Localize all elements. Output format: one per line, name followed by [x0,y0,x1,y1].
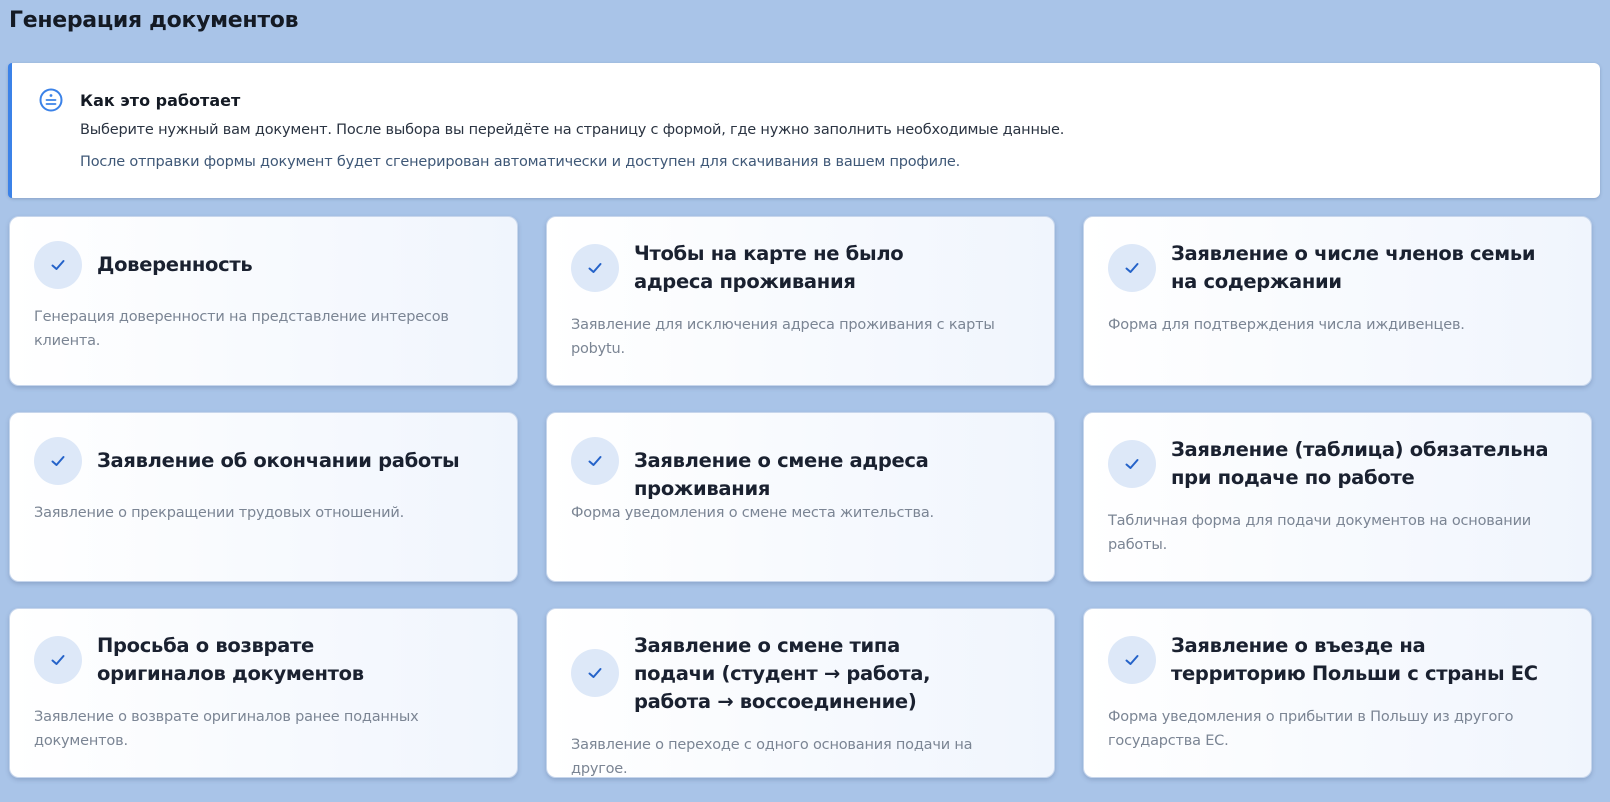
card-description: Форма уведомления о смене места жительст… [571,505,934,521]
document-card-work-table[interactable]: Заявление (таблица) обязательна при пода… [1083,412,1592,582]
card-title: Чтобы на карте не было адреса проживания [634,242,904,293]
card-title: Заявление о смене адреса проживания [634,449,929,500]
info-text-secondary: После отправки формы документ будет сген… [80,154,961,170]
document-card-hide-address-on-card[interactable]: Чтобы на карте не было адреса проживания… [546,216,1055,386]
info-text-primary: Выберите нужный вам документ. После выбо… [80,122,1065,138]
card-description: Заявление для исключения адреса проживан… [571,317,995,357]
card-title: Доверенность [97,253,253,276]
check-icon [34,241,82,289]
check-icon [571,437,619,485]
info-title: Как это работает [80,91,241,110]
card-description: Заявление о прекращении трудовых отношен… [34,505,405,521]
check-icon [1108,440,1156,488]
document-card-end-of-employment[interactable]: Заявление об окончании работы Заявление … [9,412,518,582]
card-title: Заявление о въезде на территорию Польши … [1171,634,1538,685]
check-icon [34,636,82,684]
card-title: Просьба о возврате оригиналов документов [97,634,364,685]
check-icon [571,649,619,697]
card-description: Форма уведомления о прибытии в Польшу из… [1108,709,1514,749]
card-title: Заявление о числе членов семьи на содерж… [1171,242,1536,293]
card-description: Генерация доверенности на представление … [34,309,449,349]
document-lines-icon [38,87,64,113]
page-title: Генерация документов [9,8,299,33]
card-description: Заявление о возврате оригиналов ранее по… [34,709,419,749]
document-card-entry-from-eu[interactable]: Заявление о въезде на территорию Польши … [1083,608,1592,778]
card-title: Заявление о смене типа подачи (студент →… [634,634,931,713]
card-description: Форма для подтверждения числа иждивенцев… [1108,317,1465,333]
document-card-power-of-attorney[interactable]: Доверенность Генерация доверенности на п… [9,216,518,386]
check-icon [571,244,619,292]
card-description: Заявление о переходе с одного основания … [571,737,973,777]
card-title: Заявление (таблица) обязательна при пода… [1171,438,1549,489]
card-title: Заявление об окончании работы [97,449,460,472]
document-card-family-dependents[interactable]: Заявление о числе членов семьи на содерж… [1083,216,1592,386]
info-panel: Как это работает Выберите нужный вам док… [8,63,1600,198]
document-card-return-originals[interactable]: Просьба о возврате оригиналов документов… [9,608,518,778]
document-card-address-change[interactable]: Заявление о смене адреса проживания Форм… [546,412,1055,582]
card-description: Табличная форма для подачи документов на… [1108,513,1532,553]
check-icon [1108,636,1156,684]
check-icon [1108,244,1156,292]
check-icon [34,437,82,485]
document-card-change-submission-type[interactable]: Заявление о смене типа подачи (студент →… [546,608,1055,778]
